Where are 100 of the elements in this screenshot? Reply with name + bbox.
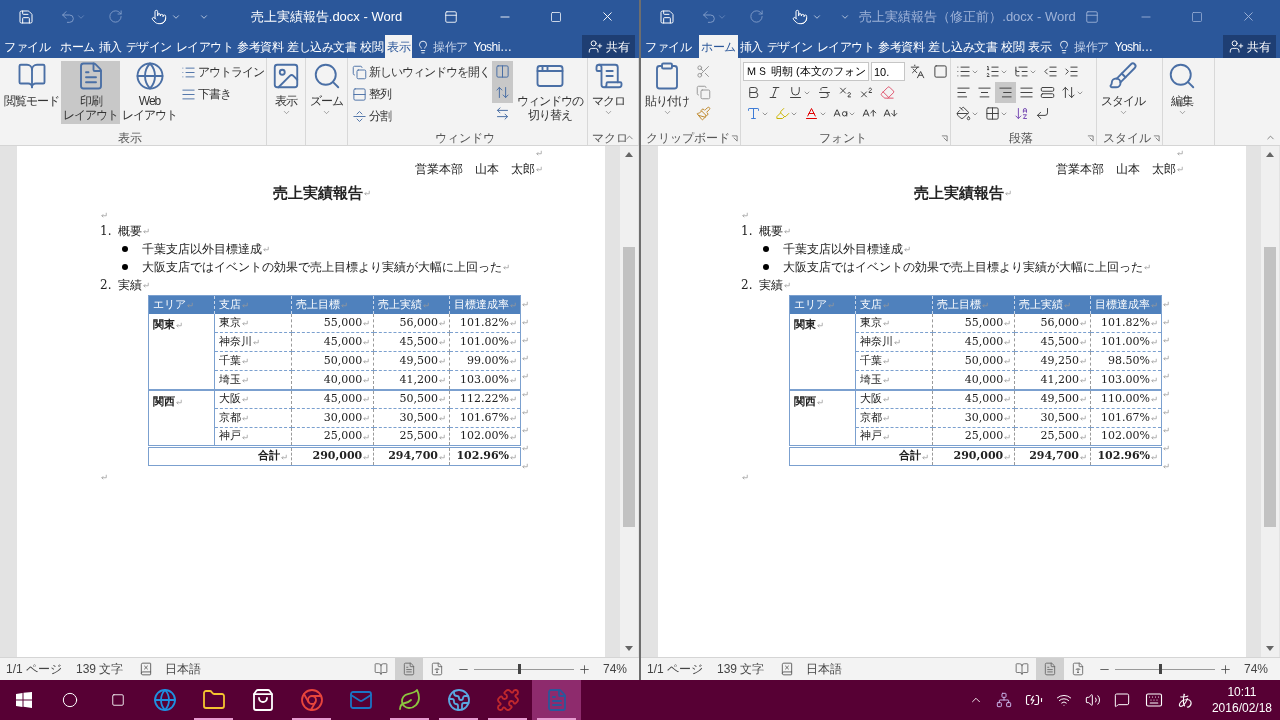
- scroll-down-icon[interactable]: [1266, 646, 1274, 652]
- vertical-scrollbar[interactable]: [620, 146, 638, 657]
- dialog-launcher-icon[interactable]: [1087, 135, 1094, 142]
- zoom-level[interactable]: 74%: [1243, 660, 1268, 678]
- dialog-launcher-icon[interactable]: [941, 135, 948, 142]
- search-circle-icon[interactable]: [62, 692, 78, 708]
- font-size-field[interactable]: 10.: [871, 62, 905, 81]
- clock[interactable]: 10:11 2016/02/18: [1211, 684, 1272, 716]
- zoom-in-icon[interactable]: [1218, 662, 1232, 676]
- ime-indicator[interactable]: あ: [1177, 688, 1193, 712]
- language-label[interactable]: 日本語: [165, 660, 202, 678]
- wifi-icon[interactable]: [1055, 692, 1072, 708]
- ribbon-tab[interactable]: デザイン: [764, 35, 815, 58]
- ribbon-options-icon[interactable]: [1085, 9, 1099, 24]
- ribbon-button[interactable]: ズーム: [308, 61, 345, 119]
- scroll-up-icon[interactable]: [625, 151, 633, 157]
- zoom-slider-thumb[interactable]: [517, 664, 521, 674]
- window-toggle-button[interactable]: [492, 61, 513, 82]
- windows-logo-icon[interactable]: [16, 692, 32, 708]
- scroll-down-icon[interactable]: [625, 646, 633, 652]
- ribbon-tab[interactable]: 差し込み文書: [285, 35, 358, 58]
- table-cell: 25,500: [373, 427, 450, 447]
- ribbon-button[interactable]: 分割: [352, 105, 490, 127]
- scroll-up-icon[interactable]: [1266, 151, 1274, 157]
- notifications-icon[interactable]: [1113, 692, 1130, 708]
- ribbon-button[interactable]: ウィンドウの 切り替え: [515, 61, 585, 124]
- font-name-field[interactable]: ＭＳ 明朝 (本文のフォン: [743, 62, 869, 81]
- ribbon-tab[interactable]: デザイン: [123, 35, 174, 58]
- language-label[interactable]: 日本語: [806, 660, 843, 678]
- dialog-launcher-icon[interactable]: [731, 135, 738, 142]
- share-button[interactable]: 共有: [582, 35, 635, 58]
- ribbon-tab[interactable]: 参考資料: [235, 35, 285, 58]
- touch-mode-icon[interactable]: [151, 8, 167, 25]
- ribbon-tab[interactable]: 校閲: [999, 35, 1026, 58]
- ribbon-button[interactable]: 印刷 レイアウト: [61, 61, 120, 124]
- close-icon[interactable]: [600, 9, 615, 24]
- ribbon-button[interactable]: 閲覧モード: [2, 61, 61, 110]
- task-view-icon[interactable]: [110, 693, 126, 707]
- page-count[interactable]: 1/1 ページ: [647, 660, 703, 678]
- ribbon-button[interactable]: マクロ: [590, 61, 627, 119]
- ribbon-tab[interactable]: 参考資料: [876, 35, 926, 58]
- person-plus-icon[interactable]: [588, 39, 603, 54]
- ribbon-tab[interactable]: 挿入: [737, 35, 765, 58]
- ribbon-tab[interactable]: 差し込み文書: [926, 35, 999, 58]
- tell-me-button[interactable]: 操作ア: [1057, 35, 1109, 58]
- ribbon-tab[interactable]: ホーム: [699, 35, 738, 58]
- zoom-level[interactable]: 74%: [602, 660, 627, 678]
- lightbulb-icon[interactable]: [1057, 39, 1071, 54]
- ribbon-tab[interactable]: レイアウト: [814, 35, 876, 58]
- ribbon-tab[interactable]: 表示: [385, 35, 412, 58]
- document-title: 売上実績報告: [913, 182, 1004, 204]
- ribbon-button[interactable]: Web レイアウト: [120, 61, 179, 124]
- view-button[interactable]: [1035, 657, 1064, 680]
- view-button[interactable]: [394, 657, 423, 680]
- ribbon-button[interactable]: スタイル: [1099, 61, 1147, 119]
- ribbon-button[interactable]: 下書き: [181, 83, 264, 105]
- touch-mode-icon[interactable]: [792, 8, 808, 25]
- ribbon-tab[interactable]: 表示: [1026, 35, 1053, 58]
- zoom-slider[interactable]: [473, 663, 574, 675]
- ribbon-tab[interactable]: 校閲: [358, 35, 385, 58]
- maximize-icon[interactable]: [1191, 10, 1203, 23]
- window-toggle-button[interactable]: [492, 82, 513, 103]
- borders-icon: [985, 106, 1000, 121]
- share-button[interactable]: 共有: [1223, 35, 1276, 58]
- vertical-scrollbar[interactable]: [1261, 146, 1279, 657]
- proofing-icon[interactable]: [780, 662, 795, 676]
- ribbon-tab[interactable]: レイアウト: [173, 35, 235, 58]
- ribbon-button[interactable]: 編集: [1165, 61, 1199, 119]
- undo-icon[interactable]: [60, 8, 76, 25]
- volume-icon[interactable]: [1084, 692, 1101, 708]
- scrollbar-thumb[interactable]: [1264, 247, 1276, 527]
- ribbon-tab[interactable]: ホーム: [58, 35, 97, 58]
- format-painter-icon: [696, 106, 711, 121]
- zoom-slider-thumb[interactable]: [1158, 664, 1162, 674]
- lightbulb-icon[interactable]: [416, 39, 430, 54]
- user-name[interactable]: Yoshi…: [473, 35, 512, 58]
- ribbon-tab[interactable]: ファイル: [2, 35, 52, 58]
- tray-app-icon[interactable]: [995, 692, 1012, 708]
- ribbon-button[interactable]: 表示: [269, 61, 303, 119]
- zoom-in-icon[interactable]: [577, 662, 591, 676]
- tell-me-button[interactable]: 操作ア: [416, 35, 468, 58]
- ribbon-button[interactable]: アウトライン: [181, 61, 264, 83]
- dialog-launcher-icon[interactable]: [1153, 135, 1160, 142]
- proofing-icon[interactable]: [139, 662, 154, 676]
- undo-icon[interactable]: [701, 8, 717, 25]
- close-icon[interactable]: [1241, 9, 1256, 24]
- word-count[interactable]: 139 文字: [76, 660, 124, 678]
- save-icon[interactable]: [659, 8, 675, 25]
- ribbon-button[interactable]: 新しいウィンドウを開く: [352, 61, 490, 83]
- person-plus-icon[interactable]: [1229, 39, 1244, 54]
- save-icon[interactable]: [18, 8, 34, 25]
- scrollbar-thumb[interactable]: [623, 247, 635, 527]
- user-name[interactable]: Yoshi…: [1114, 35, 1153, 58]
- word-count[interactable]: 139 文字: [717, 660, 765, 678]
- ribbon-button[interactable]: 整列: [352, 83, 490, 105]
- ribbon-button[interactable]: 貼り付け: [643, 61, 691, 119]
- page-count[interactable]: 1/1 ページ: [6, 660, 62, 678]
- ribbon-tab[interactable]: 挿入: [96, 35, 124, 58]
- zoom-slider[interactable]: [1114, 663, 1215, 675]
- ribbon-tab[interactable]: ファイル: [643, 35, 693, 58]
